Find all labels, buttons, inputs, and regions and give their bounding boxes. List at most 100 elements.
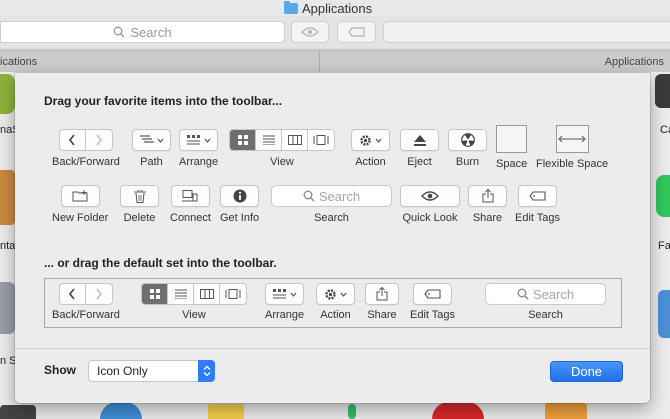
eject-item[interactable]: Eject bbox=[400, 129, 439, 168]
default-edit-tags-control bbox=[413, 283, 453, 305]
new-folder-item[interactable]: New Folder bbox=[52, 185, 108, 224]
get-info-item[interactable]: Get Info bbox=[220, 185, 259, 224]
path-item[interactable]: Path bbox=[132, 129, 171, 168]
window-title: Applications bbox=[284, 0, 372, 16]
edit-tags-item[interactable]: Edit Tags bbox=[515, 185, 560, 224]
show-popup-button[interactable]: Icon Only bbox=[88, 360, 215, 382]
list-view-icon bbox=[168, 284, 194, 304]
app-icon-bottom-4 bbox=[348, 404, 356, 419]
burn-radiation-icon bbox=[460, 133, 475, 147]
arrange-item[interactable]: Arrange bbox=[179, 129, 218, 168]
default-action-caption: Action bbox=[320, 309, 351, 321]
default-view-control bbox=[141, 283, 247, 305]
tab-applications[interactable]: Applications bbox=[321, 51, 670, 73]
space-box[interactable] bbox=[496, 125, 528, 153]
eye-icon bbox=[421, 191, 439, 201]
action-item[interactable]: Action bbox=[351, 129, 390, 168]
flexible-space-item[interactable]: Flexible Space bbox=[536, 125, 608, 170]
delete-item[interactable]: Delete bbox=[120, 185, 159, 224]
quick-look-toolbar-button[interactable] bbox=[291, 21, 329, 43]
chevron-down-icon bbox=[340, 292, 347, 297]
column-view-icon bbox=[194, 284, 220, 304]
app-icon-bottom-6 bbox=[545, 403, 587, 419]
action-control[interactable] bbox=[351, 129, 390, 151]
default-share-control bbox=[365, 283, 399, 305]
default-edit-tags: Edit Tags bbox=[410, 283, 455, 321]
search-field-placeholder: Search bbox=[318, 188, 361, 204]
get-info-button[interactable] bbox=[220, 185, 260, 207]
search-caption: Search bbox=[314, 212, 349, 224]
chevron-left-icon bbox=[60, 284, 86, 304]
path-caption: Path bbox=[140, 156, 163, 168]
view-caption: View bbox=[270, 156, 294, 168]
arrange-control[interactable] bbox=[179, 129, 219, 151]
tab-bar: ications Applications bbox=[0, 50, 670, 73]
get-info-caption: Get Info bbox=[220, 212, 260, 224]
flexible-space-box[interactable] bbox=[555, 125, 589, 153]
search-field-sample[interactable]: Search bbox=[271, 185, 392, 207]
app-icon-left-1 bbox=[0, 74, 15, 114]
chevron-down-icon bbox=[375, 138, 382, 143]
chevron-left-icon[interactable] bbox=[60, 130, 86, 150]
column-view-icon[interactable] bbox=[282, 130, 308, 150]
toolbar-search-placeholder: Search bbox=[130, 24, 172, 40]
connect-item[interactable]: Connect bbox=[170, 185, 211, 224]
app-icon-right-2 bbox=[656, 175, 670, 217]
gallery-view-icon bbox=[220, 284, 246, 304]
chevron-down-icon bbox=[290, 292, 297, 297]
eye-icon bbox=[301, 27, 319, 37]
action-caption: Action bbox=[355, 156, 386, 168]
burn-button[interactable] bbox=[448, 129, 487, 151]
toolbar-path-field[interactable] bbox=[383, 21, 670, 43]
default-back-forward-control bbox=[58, 283, 113, 305]
search-item[interactable]: Search Search bbox=[271, 185, 392, 224]
space-item[interactable]: Space bbox=[496, 125, 527, 170]
back-forward-control[interactable] bbox=[58, 129, 113, 151]
window-title-text: Applications bbox=[302, 0, 373, 16]
view-item[interactable]: View bbox=[229, 129, 335, 168]
app-icon-right-1 bbox=[655, 74, 670, 108]
default-search-field: Search bbox=[485, 283, 606, 305]
chevron-right-icon[interactable] bbox=[86, 130, 112, 150]
default-toolbar-set[interactable]: Back/Forward View Arrange Action Share E… bbox=[44, 278, 622, 328]
default-view-caption: View bbox=[182, 309, 206, 321]
edit-tags-caption: Edit Tags bbox=[515, 212, 561, 224]
app-icon-right-3 bbox=[658, 290, 670, 338]
edit-tags-button[interactable] bbox=[518, 185, 558, 207]
info-icon bbox=[233, 189, 247, 203]
show-label: Show bbox=[44, 363, 76, 377]
back-forward-caption: Back/Forward bbox=[52, 156, 120, 168]
chevron-down-icon bbox=[204, 138, 211, 143]
share-caption: Share bbox=[472, 212, 503, 224]
connect-button[interactable] bbox=[170, 185, 210, 207]
back-forward-item[interactable]: Back/Forward bbox=[52, 129, 120, 168]
tab-left[interactable]: ications bbox=[0, 51, 320, 73]
view-control[interactable] bbox=[229, 129, 335, 151]
icon-view-icon[interactable] bbox=[230, 130, 256, 150]
share-button[interactable] bbox=[468, 185, 507, 207]
new-folder-icon bbox=[72, 190, 88, 202]
default-search: Search Search bbox=[485, 283, 606, 321]
default-search-caption: Search bbox=[528, 309, 563, 321]
eject-button[interactable] bbox=[400, 129, 439, 151]
gallery-view-icon[interactable] bbox=[308, 130, 334, 150]
quick-look-button[interactable] bbox=[400, 185, 460, 207]
delete-button[interactable] bbox=[120, 185, 159, 207]
show-popup-value: Icon Only bbox=[97, 364, 148, 378]
done-button[interactable]: Done bbox=[550, 361, 623, 382]
eject-caption: Eject bbox=[407, 156, 432, 168]
default-back-forward: Back/Forward bbox=[52, 283, 120, 321]
tag-icon bbox=[423, 289, 441, 299]
share-item[interactable]: Share bbox=[468, 185, 507, 224]
quick-look-item[interactable]: Quick Look bbox=[400, 185, 460, 224]
new-folder-button[interactable] bbox=[60, 185, 100, 207]
list-view-icon[interactable] bbox=[256, 130, 282, 150]
edit-tags-toolbar-button[interactable] bbox=[337, 21, 376, 43]
toolbar-search-field[interactable]: Search bbox=[0, 21, 285, 43]
path-control[interactable] bbox=[132, 129, 171, 151]
burn-item[interactable]: Burn bbox=[448, 129, 487, 168]
tag-icon bbox=[528, 191, 546, 201]
app-icon-bottom-5 bbox=[432, 402, 484, 419]
delete-caption: Delete bbox=[123, 212, 156, 224]
space-caption: Space bbox=[496, 158, 528, 170]
